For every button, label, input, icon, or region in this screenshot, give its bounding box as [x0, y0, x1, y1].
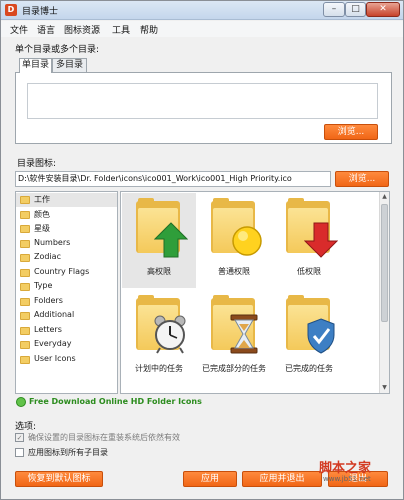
- checkbox: ✓: [15, 433, 24, 442]
- folder-icon: [20, 269, 30, 277]
- check-shield-icon: [307, 318, 335, 354]
- app-icon: D: [5, 4, 17, 16]
- checkbox[interactable]: [15, 448, 24, 457]
- menu-tools[interactable]: 工具: [112, 23, 130, 36]
- option-label: 确保设置的目录图标在重装系统后依然有效: [28, 433, 180, 442]
- icon-item-partially-completed-task[interactable]: 已完成部分的任务: [197, 290, 271, 385]
- menu-file[interactable]: 文件: [10, 23, 28, 36]
- watermark-url: www.jb51.net: [323, 475, 371, 483]
- category-item-letters[interactable]: Letters: [16, 324, 117, 338]
- folder-icon: [20, 196, 30, 204]
- directory-browse-button[interactable]: 浏览...: [324, 124, 378, 140]
- smiley-icon: [16, 397, 26, 407]
- category-label: Additional: [34, 310, 75, 319]
- category-label: 星级: [34, 224, 50, 233]
- category-label: Letters: [34, 325, 62, 334]
- down-arrow-icon: [304, 222, 338, 258]
- main-window: D 目录博士 – □ ✕ 文件 语言 图标资源 工具 帮助 单个目录或多个目录:…: [0, 0, 404, 500]
- scroll-up-arrow-icon[interactable]: ▲: [380, 192, 389, 202]
- category-label: Folders: [34, 296, 63, 305]
- folder-icon: [20, 211, 30, 219]
- download-icons-link[interactable]: Free Download Online HD Folder Icons: [29, 397, 202, 406]
- icon-grid-scrollbar[interactable]: ▲ ▼: [379, 192, 389, 393]
- category-label: Numbers: [34, 238, 71, 247]
- up-arrow-icon: [154, 222, 188, 258]
- category-label: User Icons: [34, 354, 76, 363]
- icon-browse-button[interactable]: 浏览...: [335, 171, 389, 187]
- apply-button[interactable]: 应用: [183, 471, 237, 487]
- option-label: 应用图标到所有子目录: [28, 448, 108, 457]
- category-label: Type: [34, 281, 53, 290]
- maximize-button[interactable]: □: [345, 2, 366, 17]
- icon-item-normal-priority[interactable]: 普通权限: [197, 193, 271, 288]
- category-item-numbers[interactable]: Numbers: [16, 237, 117, 251]
- scroll-thumb[interactable]: [381, 204, 388, 322]
- title-bar[interactable]: D 目录博士 – □ ✕: [1, 1, 403, 20]
- category-label: 工作: [34, 195, 50, 204]
- category-item-folders[interactable]: Folders: [16, 295, 117, 309]
- icon-category-list[interactable]: 工作 颜色 星级 Numbers Zodiac Country Flags Ty…: [15, 191, 118, 394]
- category-label: Zodiac: [34, 252, 61, 261]
- hourglass-icon: [230, 314, 258, 354]
- folder-icon: [20, 298, 30, 306]
- alarm-clock-icon: [154, 315, 186, 354]
- menu-help[interactable]: 帮助: [140, 23, 158, 36]
- menu-language[interactable]: 语言: [37, 23, 55, 36]
- folder-icon: [20, 356, 30, 364]
- category-item-additional[interactable]: Additional: [16, 309, 117, 323]
- category-label: Everyday: [34, 339, 72, 348]
- folder-icon: [20, 327, 30, 335]
- folder-icon: [20, 312, 30, 320]
- icon-label: 已完成的任务: [285, 364, 333, 373]
- icon-label: 普通权限: [218, 267, 250, 276]
- category-label: 颜色: [34, 210, 50, 219]
- icon-label: 高权限: [147, 267, 171, 276]
- icon-item-low-priority[interactable]: 低权限: [272, 193, 346, 288]
- scroll-down-arrow-icon[interactable]: ▼: [380, 383, 389, 393]
- options-label: 选项:: [15, 422, 37, 432]
- window-title: 目录博士: [22, 7, 59, 17]
- category-item-user-icons[interactable]: User Icons: [16, 353, 117, 367]
- folder-icon: [20, 225, 30, 233]
- category-item-work[interactable]: 工作: [16, 193, 117, 207]
- icon-grid[interactable]: 高权限 普通权限 低权限 计划中的任务 已完成部分的任务 已完成的任务 ▲ ▼: [120, 191, 390, 394]
- category-item-colors[interactable]: 颜色: [16, 208, 117, 222]
- icon-item-completed-task[interactable]: 已完成的任务: [272, 290, 346, 385]
- icon-label: 已完成部分的任务: [202, 364, 266, 373]
- icon-section-label: 目录图标:: [17, 159, 57, 169]
- directory-input[interactable]: [27, 83, 378, 119]
- minimize-button[interactable]: –: [323, 2, 345, 17]
- category-item-zodiac[interactable]: Zodiac: [16, 251, 117, 265]
- folder-icon: [20, 240, 30, 248]
- icon-label: 计划中的任务: [135, 364, 183, 373]
- close-button[interactable]: ✕: [366, 2, 400, 17]
- menu-icon-resources[interactable]: 图标资源: [64, 23, 100, 36]
- apply-and-exit-button[interactable]: 应用并退出: [242, 471, 322, 487]
- watermark-logo: 脚本之家: [319, 461, 372, 476]
- restore-default-icon-button[interactable]: 恢复到默认图标: [15, 471, 103, 487]
- circle-icon: [232, 226, 262, 256]
- menu-bar: 文件 语言 图标资源 工具 帮助: [1, 21, 403, 37]
- tab-single-directory[interactable]: 单目录: [19, 58, 52, 73]
- icon-item-planned-task[interactable]: 计划中的任务: [122, 290, 196, 385]
- icon-item-high-priority[interactable]: 高权限: [122, 193, 196, 288]
- folder-icon: [20, 283, 30, 291]
- category-item-type[interactable]: Type: [16, 280, 117, 294]
- category-item-stars[interactable]: 星级: [16, 222, 117, 236]
- icon-path-field[interactable]: D:\软件安装目录\Dr. Folder\icons\ico001_Work\i…: [15, 171, 331, 187]
- folder-icon: [20, 254, 30, 262]
- category-item-everyday[interactable]: Everyday: [16, 338, 117, 352]
- icon-label: 低权限: [297, 267, 321, 276]
- tab-multiple-directories[interactable]: 多目录: [52, 58, 87, 72]
- category-label: Country Flags: [34, 267, 90, 276]
- directory-section-label: 单个目录或多个目录:: [15, 45, 100, 55]
- category-item-country-flags[interactable]: Country Flags: [16, 266, 117, 280]
- folder-icon: [20, 341, 30, 349]
